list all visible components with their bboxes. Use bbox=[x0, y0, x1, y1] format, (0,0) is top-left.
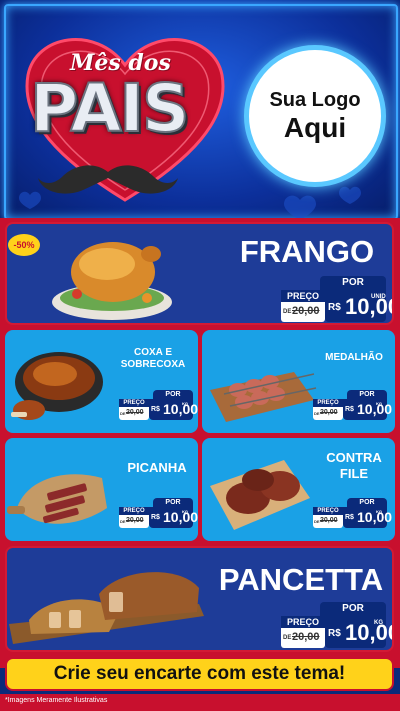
product-name: FRANGO bbox=[239, 234, 375, 269]
product-card-contra-file[interactable]: CONTRA FILE POR PREÇO DE 20,00 R$ 10,00 … bbox=[202, 438, 395, 541]
roast-chicken-image bbox=[52, 242, 172, 320]
logo-text-line2: Aqui bbox=[283, 111, 347, 143]
product-card-frango[interactable]: FRANGO POR PREÇO DE 20,00 R$ 10,00 UNID bbox=[5, 222, 394, 325]
old-price-tag: PREÇO DE 20,00 bbox=[313, 507, 343, 528]
price-value: 10,00 bbox=[345, 294, 392, 319]
price-unit: KG bbox=[376, 509, 382, 514]
product-card-medalhao[interactable]: MEDALHÃO POR PREÇO DE 20,00 R$ 10,00 KG bbox=[202, 330, 395, 433]
product-name: PICANHA bbox=[127, 460, 187, 475]
preco-label: PREÇO bbox=[281, 616, 325, 628]
de-label: DE bbox=[120, 519, 126, 524]
price-value: 10,00 bbox=[163, 401, 198, 417]
footnote: *Imagens Meramente Ilustrativas bbox=[5, 697, 108, 704]
new-price: R$ 10,00 KG bbox=[343, 399, 392, 420]
chicken-thigh-image bbox=[11, 352, 103, 420]
de-label: DE bbox=[120, 411, 126, 416]
price-unit: KG bbox=[182, 401, 188, 406]
price-unit: UNID bbox=[371, 294, 386, 300]
old-price: 20,00 bbox=[292, 305, 320, 317]
preco-label: PREÇO bbox=[313, 399, 343, 407]
por-label: POR bbox=[153, 498, 193, 507]
price-unit: KG bbox=[374, 620, 383, 626]
medallion-skewers-image bbox=[210, 372, 317, 422]
product-card-coxa[interactable]: COXA E SOBRECOXA POR PREÇO DE 20,00 R$ 1… bbox=[5, 330, 198, 433]
logo-text-line1: Sua Logo bbox=[269, 88, 361, 111]
por-label: POR bbox=[320, 602, 386, 616]
product-name: COXA E SOBRECOXA bbox=[120, 347, 186, 370]
de-label: DE bbox=[314, 519, 320, 524]
old-price: 20,00 bbox=[126, 517, 144, 524]
new-price: R$ 10,00 UNID bbox=[325, 290, 392, 322]
product-card-picanha[interactable]: PICANHA POR PREÇO DE 20,00 R$ 10,00 KG bbox=[5, 438, 198, 541]
currency-label: R$ bbox=[151, 406, 160, 413]
discount-badge: -50% bbox=[8, 234, 40, 256]
old-price: 20,00 bbox=[320, 517, 338, 524]
currency-label: R$ bbox=[345, 406, 354, 413]
currency-label: R$ bbox=[328, 628, 341, 639]
new-price: R$ 10,00 KG bbox=[343, 507, 392, 528]
old-price-tag: PREÇO DE 20,00 bbox=[281, 616, 325, 648]
logo-placeholder[interactable]: Sua Logo Aqui bbox=[244, 45, 386, 187]
price-value: 10,00 bbox=[163, 509, 198, 525]
preco-label: PREÇO bbox=[281, 290, 325, 302]
new-price: R$ 10,00 KG bbox=[149, 507, 198, 528]
preco-label: PREÇO bbox=[313, 507, 343, 515]
steak-image bbox=[210, 460, 310, 530]
new-price: R$ 10,00 KG bbox=[149, 399, 198, 420]
old-price-tag: PREÇO DE 20,00 bbox=[119, 507, 149, 528]
old-price: 20,00 bbox=[126, 409, 144, 416]
old-price-tag: PREÇO DE 20,00 bbox=[313, 399, 343, 420]
price-unit: KG bbox=[182, 509, 188, 514]
preco-label: PREÇO bbox=[119, 507, 149, 515]
title-pais: PAIS bbox=[29, 69, 190, 148]
de-label: DE bbox=[283, 309, 292, 315]
product-card-pancetta[interactable]: PANCETTA POR PREÇO DE 20,00 R$ 10,00 KG bbox=[5, 546, 394, 652]
price-value: 10,00 bbox=[345, 620, 392, 645]
pancetta-image bbox=[9, 572, 204, 644]
product-name: PANCETTA bbox=[218, 562, 384, 597]
mustache-icon bbox=[38, 165, 178, 194]
de-label: DE bbox=[283, 635, 292, 641]
cta-banner[interactable]: Crie seu encarte com este tema! bbox=[5, 657, 394, 691]
product-name: CONTRA FILE bbox=[326, 450, 382, 481]
por-label: POR bbox=[320, 276, 386, 290]
header-banner: Mês dos PAIS Sua Logo Aqui bbox=[0, 0, 400, 222]
old-price: 20,00 bbox=[292, 631, 320, 643]
old-price: 20,00 bbox=[320, 409, 338, 416]
price-value: 10,00 bbox=[357, 509, 393, 525]
price-unit: KG bbox=[376, 401, 382, 406]
currency-label: R$ bbox=[328, 302, 341, 313]
old-price-tag: PREÇO DE 20,00 bbox=[119, 399, 149, 420]
por-label: POR bbox=[347, 390, 387, 399]
price-value: 10,00 bbox=[357, 401, 393, 417]
preco-label: PREÇO bbox=[119, 399, 149, 407]
currency-label: R$ bbox=[345, 514, 354, 521]
product-name: MEDALHÃO bbox=[325, 352, 383, 363]
picanha-image bbox=[7, 474, 107, 524]
currency-label: R$ bbox=[151, 514, 160, 521]
por-label: POR bbox=[347, 498, 387, 507]
new-price: R$ 10,00 KG bbox=[325, 616, 392, 648]
de-label: DE bbox=[314, 411, 320, 416]
por-label: POR bbox=[153, 390, 193, 399]
old-price-tag: PREÇO DE 20,00 bbox=[281, 290, 325, 322]
